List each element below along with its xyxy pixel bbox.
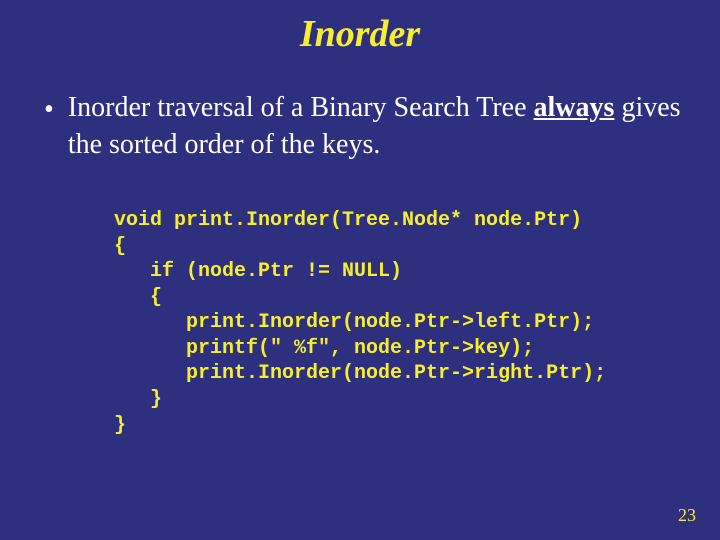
code-block: void print.Inorder(Tree.Node* node.Ptr) … [0, 164, 720, 438]
slide: Inorder • Inorder traversal of a Binary … [0, 0, 720, 540]
code-line-1: void print.Inorder(Tree.Node* node.Ptr) [114, 209, 582, 232]
page-number: 23 [678, 505, 696, 526]
bullet-dot: • [44, 90, 68, 129]
code-line-9: } [114, 414, 126, 437]
bullet-text-always: always [534, 92, 615, 123]
slide-title: Inorder [0, 0, 720, 90]
code-line-4: { [114, 286, 162, 309]
code-line-3: if (node.Ptr != NULL) [114, 260, 402, 283]
code-line-6: printf(" %f", node.Ptr->key); [114, 337, 534, 360]
bullet-text: Inorder traversal of a Binary Search Tre… [68, 90, 684, 164]
bullet-item: • Inorder traversal of a Binary Search T… [0, 90, 720, 164]
code-line-8: } [114, 388, 162, 411]
code-line-5: print.Inorder(node.Ptr->left.Ptr); [114, 311, 594, 334]
code-line-2: { [114, 235, 126, 258]
code-line-7: print.Inorder(node.Ptr->right.Ptr); [114, 362, 606, 385]
bullet-text-pre: Inorder traversal of a Binary Search Tre… [68, 92, 534, 123]
